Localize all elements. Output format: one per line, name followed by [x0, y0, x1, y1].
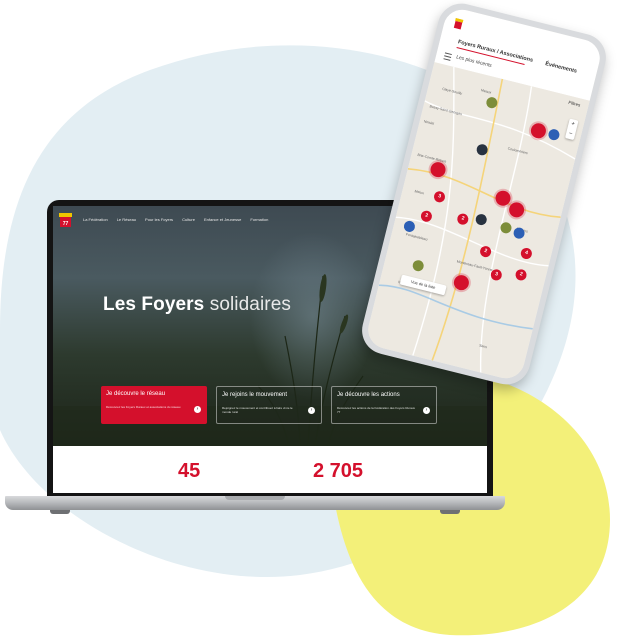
card-title: Je rejoins le mouvement — [222, 392, 288, 398]
card-description: Découvrez les actions de la Fédération d… — [337, 406, 416, 414]
tab-evenements[interactable]: Événements — [545, 61, 578, 75]
stat-foyers-count: 45 — [178, 460, 201, 482]
sort-recent-label[interactable]: Les plus récents — [456, 54, 493, 69]
phone-mockup: Foyers Ruraux / Associations Événements … — [350, 0, 612, 390]
svg-text:77: 77 — [63, 221, 69, 227]
nav-item-culture[interactable]: Culture — [182, 217, 195, 222]
arrow-right-icon: › — [194, 406, 201, 413]
laptop-foot-left — [50, 510, 70, 514]
card-title: Je découvre le réseau — [106, 391, 166, 397]
card-decouvre-reseau[interactable]: Je découvre le réseau Découvrez les Foye… — [101, 386, 207, 424]
hero-title-bold: Les Foyers — [103, 294, 205, 315]
card-description: Rejoignez le mouvement et contribuez à f… — [222, 406, 293, 414]
map-view[interactable]: Claye-Souilly Meaux Bussy-Saint-Georges … — [364, 62, 590, 383]
main-navigation: La Fédération Le Réseau Pour les Foyers … — [83, 217, 268, 222]
phone-device: Foyers Ruraux / Associations Événements … — [357, 0, 611, 390]
card-decouvre-actions[interactable]: Je découvre les actions Découvrez les ac… — [331, 386, 437, 424]
laptop-foot-right — [440, 510, 460, 514]
nav-item-reseau[interactable]: Le Réseau — [117, 217, 136, 222]
nav-item-foyers[interactable]: Pour les Foyers — [145, 217, 173, 222]
card-title: Je découvre les actions — [337, 392, 400, 398]
stats-section: 45 2 705 — [53, 446, 487, 493]
card-description: Découvrez les Foyers Ruraux et associati… — [106, 405, 181, 409]
stat-members-count: 2 705 — [313, 460, 364, 482]
arrow-right-icon: › — [308, 407, 315, 414]
nav-item-federation[interactable]: La Fédération — [83, 217, 108, 222]
card-rejoins-mouvement[interactable]: Je rejoins le mouvement Rejoignez le mou… — [216, 386, 322, 424]
hero-title: Les Foyers solidaires — [103, 294, 291, 316]
nav-item-enfance[interactable]: Enfance et Jeunesse — [204, 217, 241, 222]
hero-title-light: solidaires — [209, 294, 291, 315]
arrow-right-icon: › — [423, 407, 430, 414]
nav-item-formation[interactable]: Formation — [250, 217, 268, 222]
laptop-base-notch — [225, 496, 285, 500]
federation-logo-icon: 77 — [59, 213, 72, 227]
menu-icon[interactable] — [443, 52, 452, 61]
app-logo-icon — [453, 17, 464, 30]
